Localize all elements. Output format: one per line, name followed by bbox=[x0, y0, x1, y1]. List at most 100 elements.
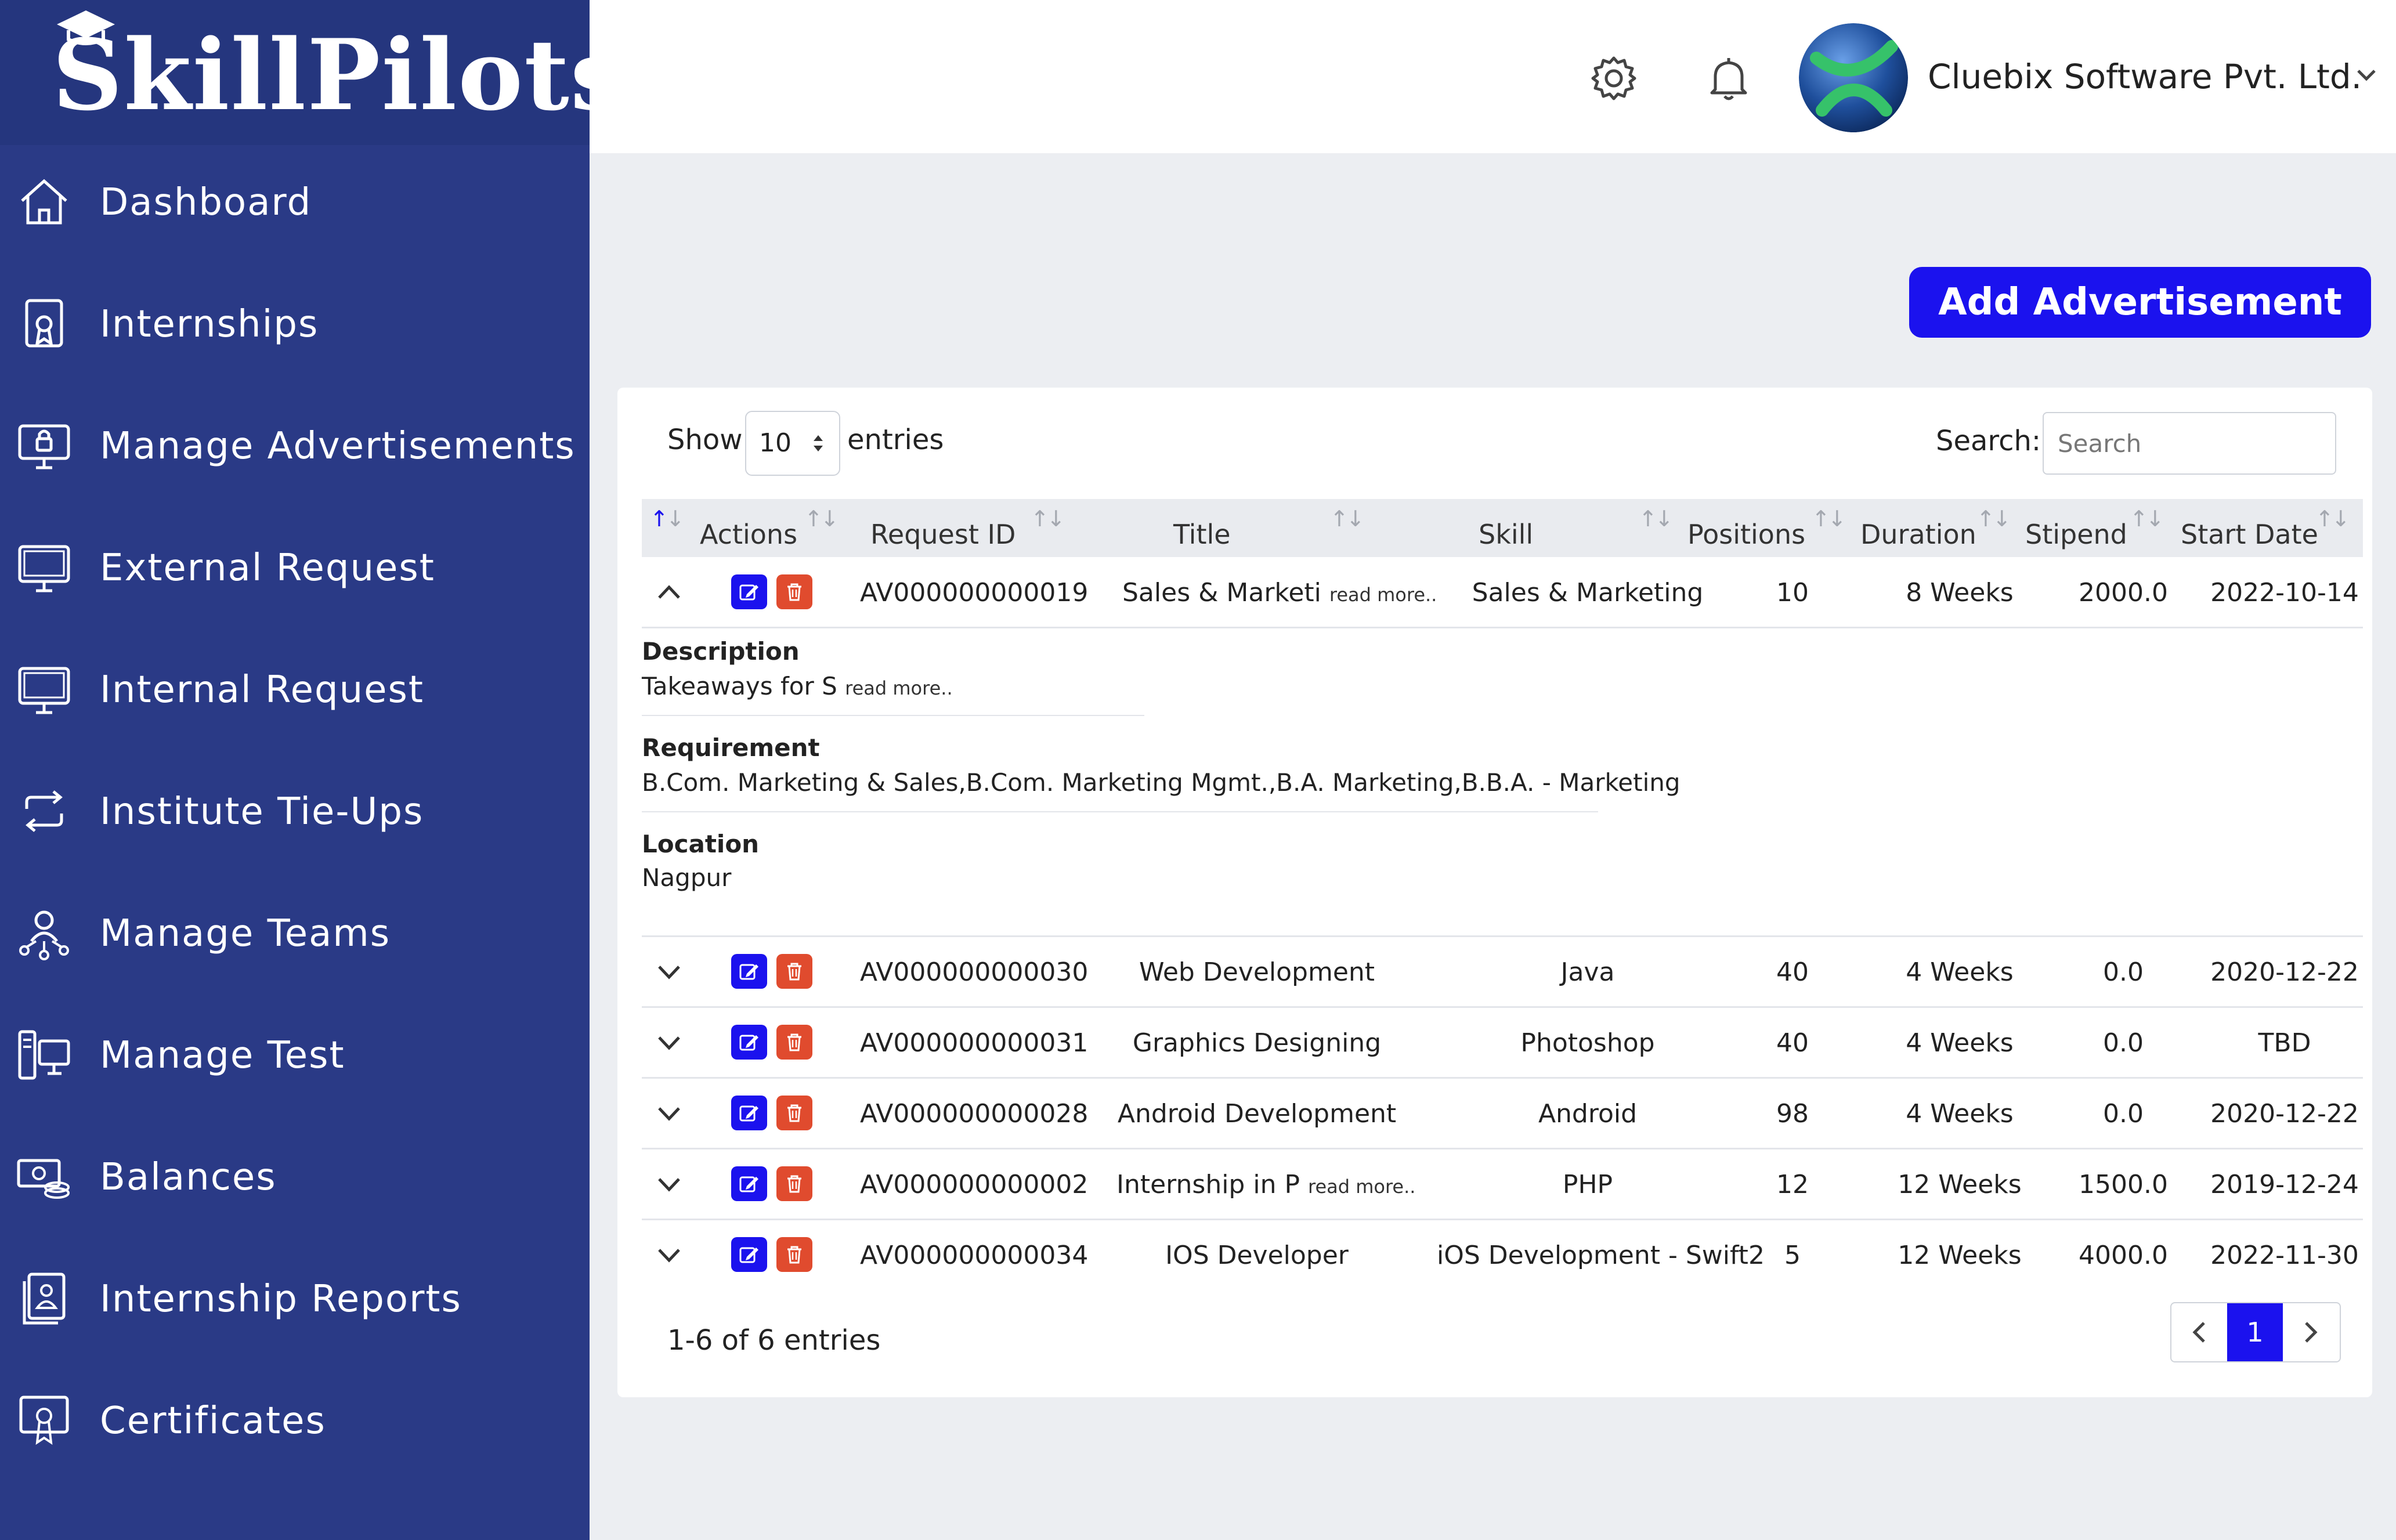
edit-button[interactable] bbox=[731, 954, 767, 989]
title-text: Internship in P bbox=[1116, 1170, 1300, 1199]
sort-icon[interactable]: ↑↓ bbox=[1812, 506, 1846, 532]
company-name[interactable]: Cluebix Software Pvt. Ltd. bbox=[1928, 57, 2362, 96]
table-row: AV000000000031 Graphics Designing Photos… bbox=[642, 1007, 2363, 1079]
delete-button[interactable] bbox=[776, 574, 812, 609]
sidebar-item-label: Balances bbox=[100, 1156, 277, 1199]
chevron-up-icon[interactable] bbox=[655, 580, 684, 603]
home-icon bbox=[21, 179, 67, 225]
delete-button[interactable] bbox=[776, 1237, 812, 1272]
stipend: 1500.0 bbox=[2079, 1170, 2168, 1199]
brand-name: SkillPilots bbox=[52, 17, 627, 132]
column-header-title[interactable]: Title bbox=[1173, 519, 1231, 550]
sidebar-item-external-request[interactable]: External Request bbox=[0, 511, 590, 615]
sort-icon[interactable]: ↑↓ bbox=[1976, 506, 2011, 532]
positions: 40 bbox=[1776, 957, 1809, 987]
request-id: AV000000000031 bbox=[860, 1028, 1089, 1058]
read-more-link[interactable]: read more.. bbox=[1308, 1176, 1415, 1198]
chevron-left-icon bbox=[2192, 1322, 2205, 1343]
sort-icon[interactable]: ↑↓ bbox=[1330, 506, 1365, 532]
sidebar-item-internal-request[interactable]: Internal Request bbox=[0, 632, 590, 737]
column-header-start-date[interactable]: Start Date bbox=[2181, 519, 2318, 550]
skill: Sales & Marketing bbox=[1472, 578, 1704, 608]
edit-icon bbox=[739, 1035, 758, 1051]
sort-icon[interactable]: ↑↓ bbox=[2315, 506, 2350, 532]
request-id: AV000000000030 bbox=[860, 957, 1089, 987]
sidebar-item-manage-advertisements[interactable]: Manage Advertisements bbox=[0, 389, 590, 493]
chevron-right-icon bbox=[2305, 1322, 2318, 1343]
chevron-down-icon[interactable] bbox=[655, 960, 684, 983]
sidebar-item-institute-tie-ups[interactable]: Institute Tie-Ups bbox=[0, 754, 590, 859]
sort-icon[interactable]: ↑↓ bbox=[1639, 506, 1674, 532]
company-avatar[interactable] bbox=[1799, 23, 1908, 132]
sidebar-item-manage-teams[interactable]: Manage Teams bbox=[0, 876, 590, 981]
column-header-duration[interactable]: Duration bbox=[1860, 519, 1976, 550]
sync-icon bbox=[25, 790, 63, 832]
sidebar-item-label: Manage Teams bbox=[100, 912, 391, 955]
sidebar-item-balances[interactable]: Balances bbox=[0, 1120, 590, 1224]
requirement-title: Requirement bbox=[642, 733, 820, 762]
next-page-button[interactable] bbox=[2283, 1303, 2339, 1361]
edit-button[interactable] bbox=[731, 1096, 767, 1130]
stipend: 0.0 bbox=[2103, 1099, 2144, 1129]
sidebar-item-internship-reports[interactable]: Internship Reports bbox=[0, 1242, 590, 1346]
skill: Java bbox=[1560, 957, 1615, 987]
column-header-stipend[interactable]: Stipend bbox=[2025, 519, 2127, 550]
edit-button[interactable] bbox=[731, 574, 767, 609]
skill: Android bbox=[1538, 1099, 1638, 1129]
sidebar-item-manage-test[interactable]: Manage Test bbox=[0, 998, 590, 1102]
brand-logo[interactable]: SkillPilots bbox=[0, 0, 625, 145]
sidebar-item-dashboard[interactable]: Dashboard bbox=[0, 145, 590, 250]
sidebar-item-label: Internships bbox=[100, 303, 319, 346]
monitor-icon bbox=[18, 545, 70, 592]
table-row: AV000000000019 Sales & Marketi read more… bbox=[642, 557, 2363, 628]
table-row: AV000000000028 Android Development Andro… bbox=[642, 1078, 2363, 1149]
request-id: AV000000000028 bbox=[860, 1099, 1089, 1129]
chevron-down-icon[interactable] bbox=[655, 1031, 684, 1054]
entries-value: 10 bbox=[759, 428, 792, 458]
column-header-positions[interactable]: Positions bbox=[1687, 519, 1805, 550]
sort-icon[interactable]: ↑↓ bbox=[1031, 506, 1065, 532]
sort-icon[interactable]: ↑↓ bbox=[804, 506, 839, 532]
column-header-actions[interactable]: Actions bbox=[700, 519, 797, 550]
trash-icon bbox=[787, 1104, 801, 1122]
page-button-current[interactable]: 1 bbox=[2227, 1303, 2283, 1361]
edit-button[interactable] bbox=[731, 1025, 767, 1060]
read-more-link[interactable]: read more.. bbox=[845, 677, 952, 699]
sort-icon[interactable]: ↑↓ bbox=[650, 506, 685, 532]
column-header-skill[interactable]: Skill bbox=[1479, 519, 1533, 550]
sidebar-item-label: Internal Request bbox=[100, 668, 424, 711]
skill: Photoshop bbox=[1520, 1028, 1655, 1058]
gear-icon[interactable] bbox=[1588, 52, 1640, 104]
read-more-link[interactable]: read more.. bbox=[1329, 584, 1437, 606]
edit-button[interactable] bbox=[731, 1237, 767, 1272]
request-id: AV000000000002 bbox=[860, 1170, 1089, 1199]
delete-button[interactable] bbox=[776, 954, 812, 989]
chevron-down-icon[interactable] bbox=[655, 1243, 684, 1266]
chevron-down-icon[interactable] bbox=[655, 1101, 684, 1125]
entries-select[interactable]: 10 bbox=[745, 411, 840, 476]
add-advertisement-button[interactable]: Add Advertisement bbox=[1909, 267, 2371, 338]
trash-icon bbox=[787, 1246, 801, 1264]
sidebar-item-label: Internship Reports bbox=[100, 1278, 462, 1321]
edit-button[interactable] bbox=[731, 1166, 767, 1201]
sidebar-item-certificates[interactable]: Certificates bbox=[0, 1364, 590, 1468]
description-text: Takeaways for S bbox=[642, 672, 837, 700]
search-input[interactable] bbox=[2043, 412, 2336, 475]
positions: 10 bbox=[1776, 578, 1809, 608]
previous-page-button[interactable] bbox=[2171, 1303, 2227, 1361]
column-header-request-id[interactable]: Request ID bbox=[870, 519, 1016, 550]
duration: 4 Weeks bbox=[1906, 1099, 2014, 1129]
sidebar-item-label: Certificates bbox=[100, 1400, 326, 1443]
delete-button[interactable] bbox=[776, 1025, 812, 1060]
chevron-down-icon[interactable] bbox=[2355, 63, 2378, 86]
title-text: Sales & Marketi bbox=[1122, 578, 1321, 608]
sort-icon[interactable]: ↑↓ bbox=[2130, 506, 2164, 532]
delete-button[interactable] bbox=[776, 1166, 812, 1201]
duration: 12 Weeks bbox=[1898, 1241, 2022, 1270]
delete-button[interactable] bbox=[776, 1096, 812, 1130]
sidebar-item-internships[interactable]: Internships bbox=[0, 267, 590, 371]
bell-icon[interactable] bbox=[1703, 52, 1755, 104]
title: IOS Developer bbox=[1165, 1241, 1349, 1270]
chevron-down-icon[interactable] bbox=[655, 1172, 684, 1195]
start-date: 2022-10-14 bbox=[2210, 578, 2359, 608]
